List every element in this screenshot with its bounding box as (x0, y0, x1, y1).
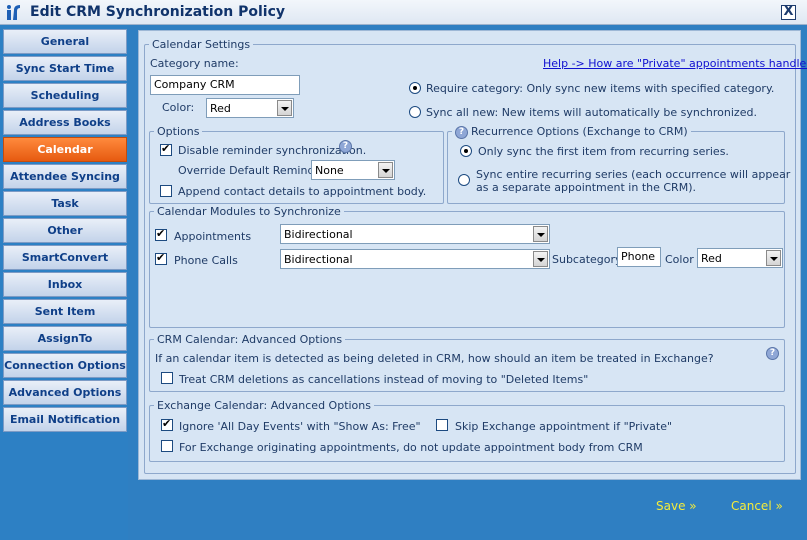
require-category-radio[interactable] (409, 82, 421, 94)
color-label: Color: (162, 101, 195, 114)
category-color-select[interactable]: Red (206, 98, 294, 118)
options-legend: Options (157, 125, 200, 138)
sidebar-item-inbox[interactable]: Inbox (3, 272, 127, 297)
crm-deletion-description: If an calendar item is detected as being… (155, 352, 714, 365)
calendar-settings-legend: Calendar Settings (152, 38, 251, 51)
save-button[interactable]: Save » (656, 499, 697, 513)
sidebar-item-address-books[interactable]: Address Books (3, 110, 127, 135)
require-category-label: Require category: Only sync new items wi… (426, 82, 775, 95)
phone-calls-direction-value: Bidirectional (284, 253, 353, 266)
category-color-value: Red (210, 102, 231, 115)
crm-advanced-legend: CRM Calendar: Advanced Options (157, 333, 343, 346)
sidebar-item-smartconvert[interactable]: SmartConvert (3, 245, 127, 270)
appointments-checkbox[interactable] (155, 227, 167, 241)
recurrence-entire-series-radio[interactable] (458, 174, 470, 186)
close-button[interactable]: X (781, 5, 796, 20)
sidebar-item-connection-options[interactable]: Connection Options (3, 353, 127, 378)
phone-calls-color-value: Red (701, 252, 722, 265)
override-reminder-label: Override Default Reminder (178, 164, 326, 177)
phone-calls-checkbox[interactable] (155, 251, 167, 265)
override-reminder-select[interactable]: None (311, 160, 395, 180)
treat-deletions-label: Treat CRM deletions as cancellations ins… (179, 373, 589, 386)
exchange-advanced-legend: Exchange Calendar: Advanced Options (157, 399, 371, 412)
sidebar-item-email-notification[interactable]: Email Notification (3, 407, 127, 432)
chevron-down-icon (378, 162, 393, 178)
settings-panel: Calendar Settings Category name: Company… (138, 30, 807, 480)
sidebar-item-sent-item[interactable]: Sent Item (3, 299, 127, 324)
recurrence-first-item-radio[interactable] (460, 145, 472, 157)
appointments-direction-select[interactable]: Bidirectional (280, 224, 550, 244)
chevron-down-icon (533, 251, 548, 267)
sidebar-item-general[interactable]: General (3, 29, 127, 54)
private-appointments-help-link[interactable]: Help -> How are "Private" appointments h… (543, 57, 807, 70)
disable-reminder-checkbox[interactable] (160, 142, 172, 156)
sidebar-item-sync-start-time[interactable]: Sync Start Time (3, 56, 127, 81)
recurrence-options-legend: ? Recurrence Options (Exchange to CRM) (452, 125, 691, 139)
append-contact-checkbox[interactable] (160, 185, 172, 197)
sync-all-new-radio[interactable] (409, 106, 421, 118)
recurrence-entire-series-label-line2: as a separate appointment in the CRM). (476, 181, 696, 194)
no-update-body-label: For Exchange originating appointments, d… (179, 441, 643, 454)
title-bar: Edit CRM Synchronization Policy X (0, 0, 807, 25)
sidebar-item-attendee-syncing[interactable]: Attendee Syncing (3, 164, 127, 189)
recurrence-options-title: Recurrence Options (Exchange to CRM) (471, 125, 688, 138)
subcategory-label: Subcategory: (552, 253, 625, 266)
disable-reminder-label: Disable reminder synchronization. (178, 144, 367, 157)
sidebar-item-advanced-options[interactable]: Advanced Options (3, 380, 127, 405)
skip-private-label: Skip Exchange appointment if "Private" (455, 420, 673, 433)
cancel-button[interactable]: Cancel » (731, 499, 783, 513)
ignore-all-day-label: Ignore 'All Day Events' with "Show As: F… (179, 420, 421, 433)
ignore-all-day-checkbox[interactable] (161, 417, 173, 431)
app-logo-icon (7, 5, 20, 20)
sidebar-item-scheduling[interactable]: Scheduling (3, 83, 127, 108)
subcategory-input[interactable]: Phone (617, 247, 661, 267)
calendar-modules-legend: Calendar Modules to Synchronize (157, 205, 341, 218)
sidebar-item-other[interactable]: Other (3, 218, 127, 243)
appointments-direction-value: Bidirectional (284, 228, 353, 241)
phone-calls-label: Phone Calls (174, 254, 238, 267)
window-title: Edit CRM Synchronization Policy (30, 4, 285, 20)
append-contact-label: Append contact details to appointment bo… (178, 185, 427, 198)
sidebar-nav: General Sync Start Time Scheduling Addre… (0, 25, 128, 540)
category-name-input[interactable]: Company CRM (150, 75, 300, 95)
phone-calls-color-select[interactable]: Red (697, 248, 783, 268)
help-icon[interactable]: ? (455, 125, 468, 139)
recurrence-first-item-label: Only sync the first item from recurring … (478, 145, 729, 158)
help-icon[interactable]: ? (339, 140, 352, 153)
sidebar-item-task[interactable]: Task (3, 191, 127, 216)
phone-calls-color-label: Color (665, 253, 694, 266)
chevron-down-icon (533, 226, 548, 242)
category-name-label: Category name: (150, 57, 239, 70)
chevron-down-icon (766, 250, 781, 266)
phone-calls-direction-select[interactable]: Bidirectional (280, 249, 550, 269)
sidebar-item-assignto[interactable]: AssignTo (3, 326, 127, 351)
treat-deletions-checkbox[interactable] (161, 372, 173, 384)
sync-all-new-label: Sync all new: New items will automatical… (426, 106, 757, 119)
skip-private-checkbox[interactable] (436, 419, 448, 431)
override-reminder-value: None (315, 164, 344, 177)
chevron-down-icon (277, 100, 292, 116)
no-update-body-checkbox[interactable] (161, 440, 173, 452)
sidebar-item-calendar[interactable]: Calendar (3, 137, 127, 162)
help-icon[interactable]: ? (766, 347, 779, 360)
appointments-label: Appointments (174, 230, 252, 243)
recurrence-entire-series-label: Sync entire recurring series (each occur… (476, 168, 791, 181)
